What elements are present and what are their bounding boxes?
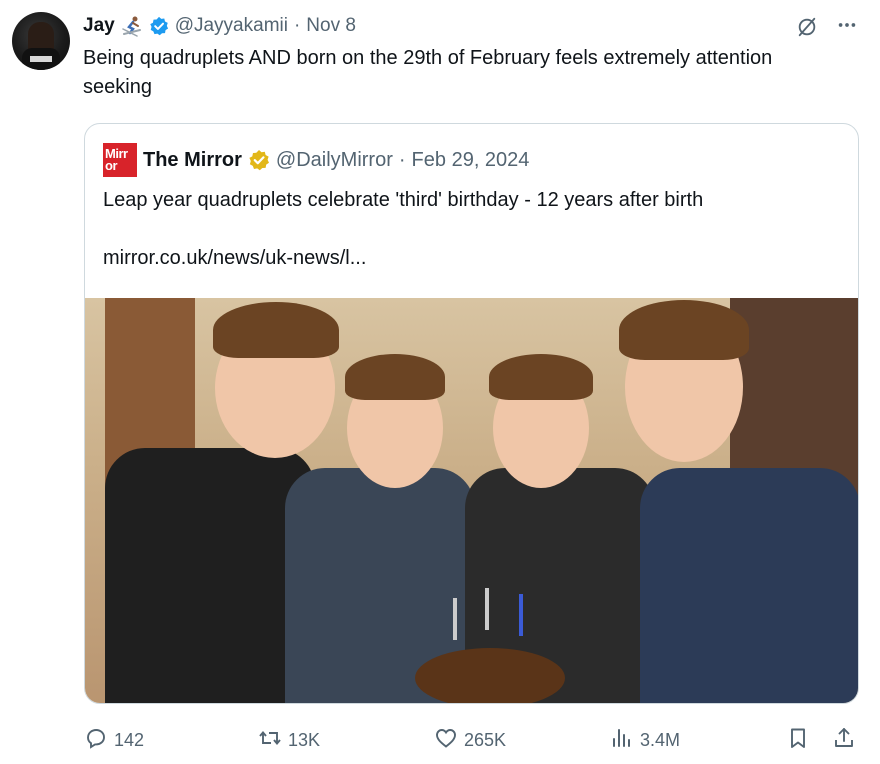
repost-count: 13K	[288, 729, 321, 750]
views-button[interactable]: 3.4M	[610, 722, 680, 758]
verified-badge-icon	[149, 16, 169, 36]
reply-icon	[84, 726, 108, 755]
more-icon[interactable]	[836, 14, 858, 40]
tweet-header: Jay @Jayyakamii · Nov 8	[83, 14, 356, 38]
author-name[interactable]: Jay	[83, 15, 115, 37]
tweet-top-actions	[796, 14, 858, 40]
views-icon	[610, 726, 634, 755]
repost-icon	[258, 726, 282, 755]
reply-count: 142	[114, 729, 145, 750]
mirror-logo[interactable]: Mirr or	[103, 143, 137, 177]
avatar[interactable]	[12, 12, 70, 70]
tweet-text: Being quadruplets AND born on the 29th o…	[83, 47, 773, 98]
like-icon	[434, 726, 458, 755]
action-bar: 142 13K 265K 3.4M	[0, 722, 880, 758]
separator: ·	[293, 15, 301, 36]
person-4	[640, 468, 858, 703]
birthday-cake	[415, 648, 565, 703]
author-handle[interactable]: @Jayyakamii	[175, 15, 288, 37]
quote-photo[interactable]	[85, 298, 858, 703]
quote-tweet-card[interactable]: Mirr or The Mirror @DailyMirror · Feb 29…	[84, 123, 859, 704]
verified-gold-badge-icon	[248, 149, 270, 171]
skier-emoji-icon	[121, 15, 143, 37]
quote-text: Leap year quadruplets celebrate 'third' …	[103, 189, 704, 211]
quote-author-name[interactable]: The Mirror	[143, 149, 242, 172]
views-count: 3.4M	[640, 729, 681, 750]
quote-author-handle[interactable]: @DailyMirror	[276, 149, 393, 172]
grok-icon[interactable]	[796, 16, 818, 38]
quote-separator: ·	[398, 148, 406, 171]
reply-button[interactable]: 142	[84, 722, 144, 758]
like-count: 265K	[464, 729, 507, 750]
like-button[interactable]: 265K	[434, 722, 506, 758]
quote-link[interactable]: mirror.co.uk/news/uk-news/l...	[103, 244, 366, 272]
share-icon	[832, 726, 856, 755]
bookmark-button[interactable]	[786, 722, 810, 758]
quote-date[interactable]: Feb 29, 2024	[412, 149, 530, 172]
person-1	[105, 448, 315, 703]
tweet-date[interactable]: Nov 8	[306, 15, 356, 37]
repost-button[interactable]: 13K	[258, 722, 320, 758]
bookmark-icon	[786, 726, 810, 755]
quote-header: Mirr or The Mirror @DailyMirror · Feb 29…	[103, 143, 530, 177]
share-button[interactable]	[832, 722, 856, 758]
